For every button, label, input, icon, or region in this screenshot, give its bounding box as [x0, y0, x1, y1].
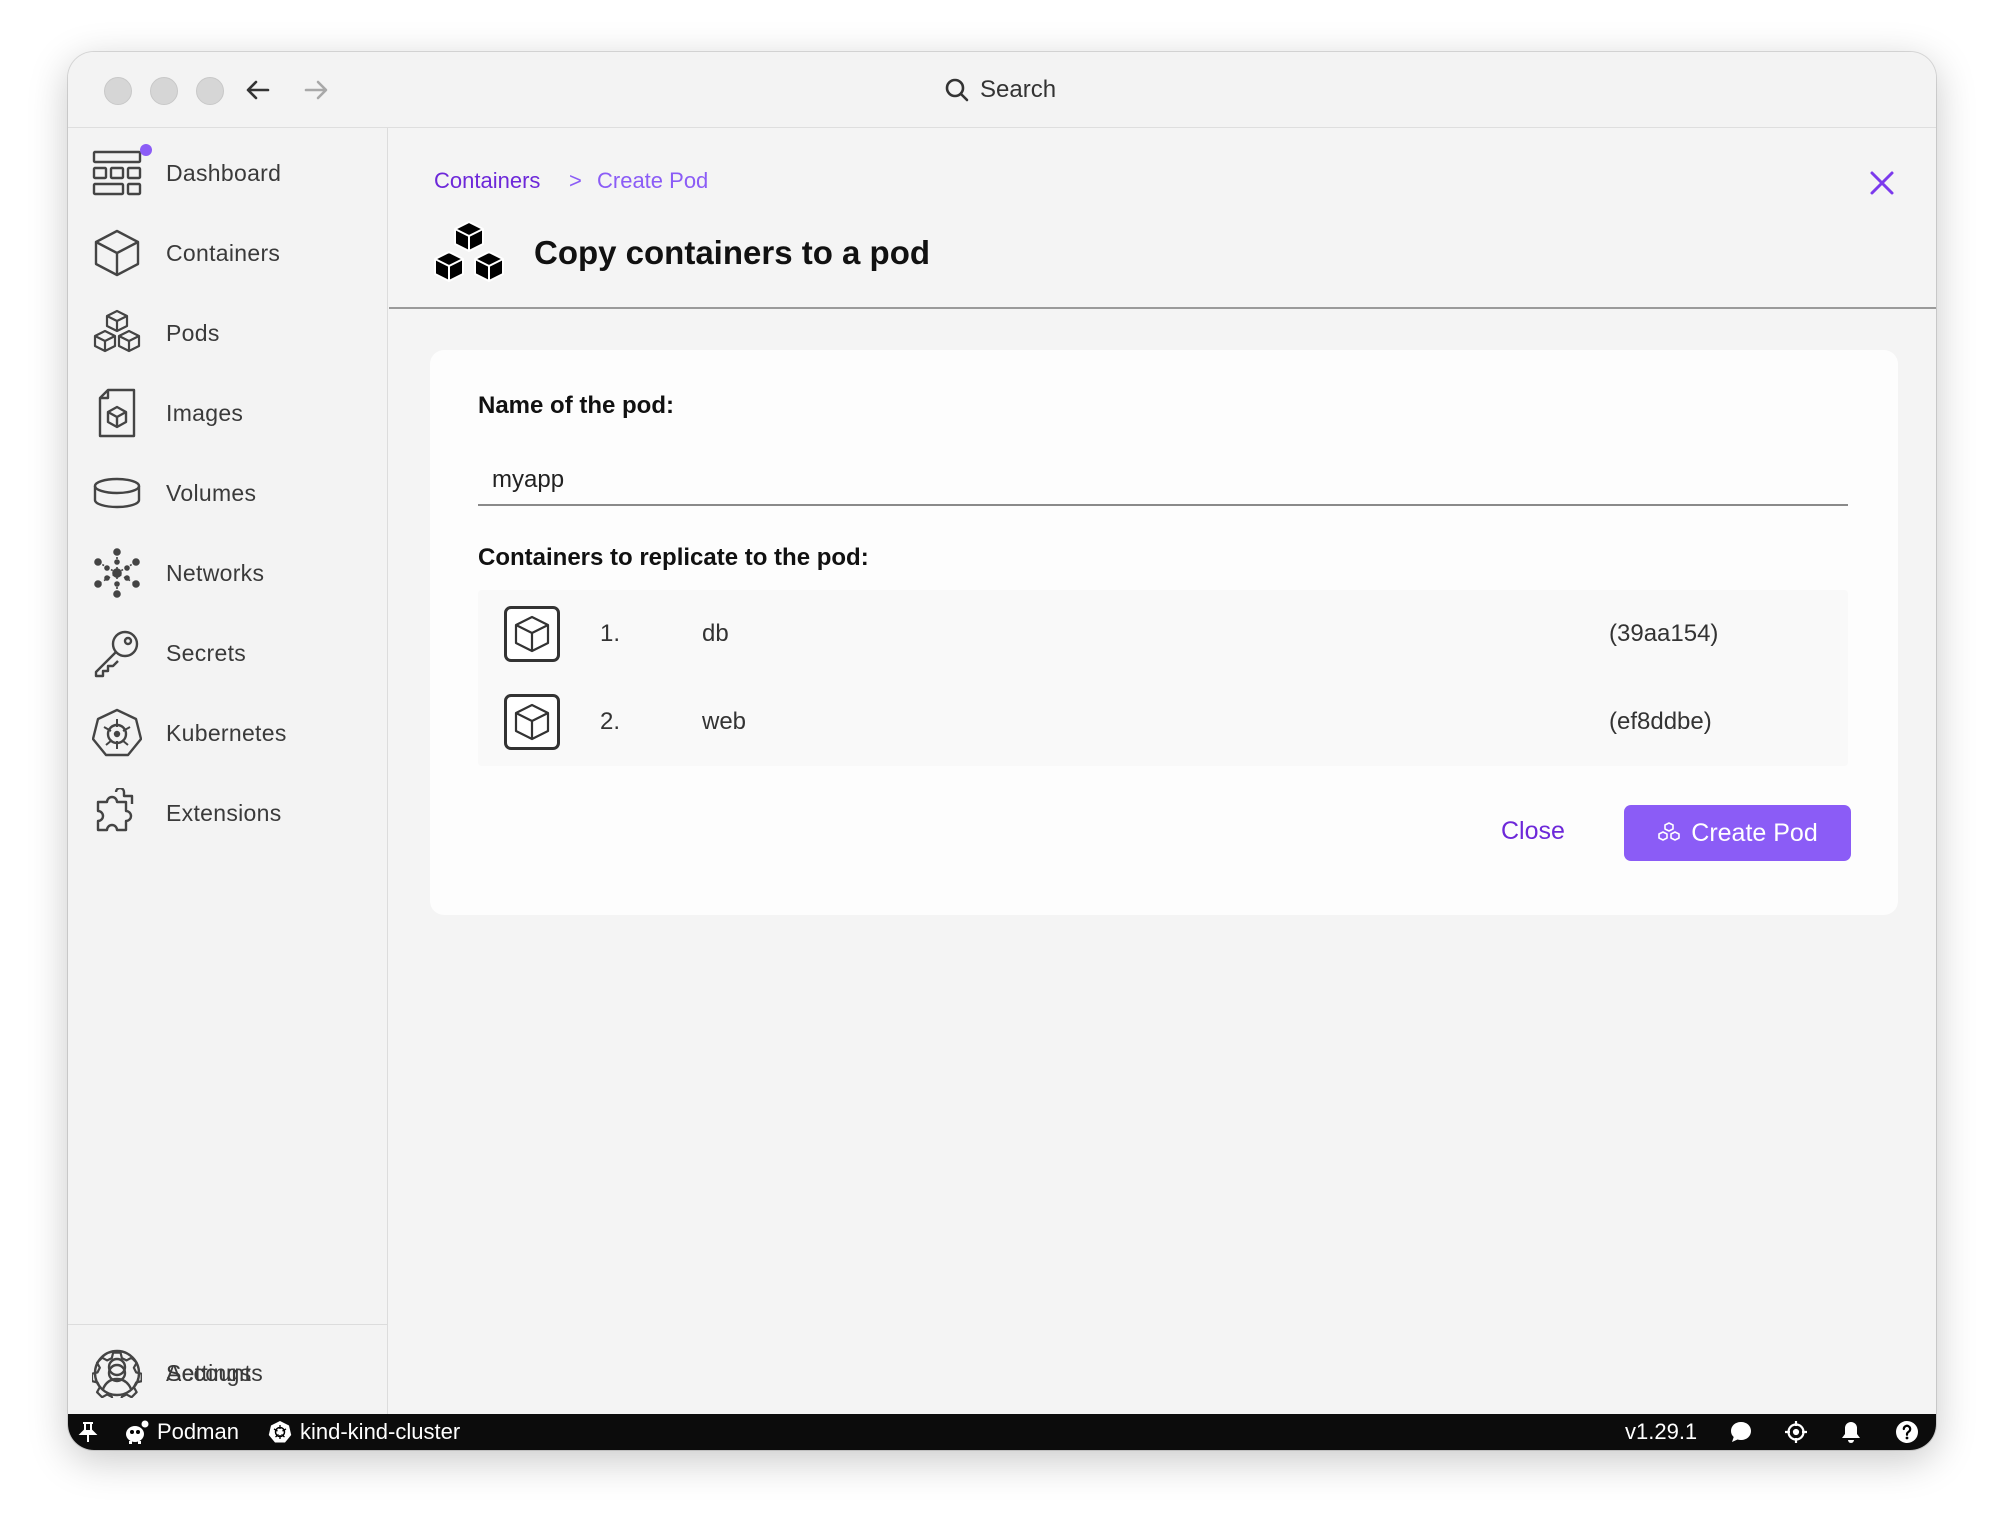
bell-icon	[1842, 1422, 1860, 1443]
sidebar-item-volumes[interactable]: Volumes	[92, 463, 372, 523]
arrow-right-icon	[304, 80, 328, 100]
list-item: 1. db (39aa154)	[478, 590, 1848, 678]
sidebar-item-dashboard[interactable]: Dashboard	[92, 143, 372, 203]
window-maximize-button[interactable]	[196, 77, 224, 105]
engine-name: Podman	[157, 1419, 239, 1444]
status-bar: Podman kind-kind-cluster v1.29.1	[68, 1414, 1936, 1450]
containers-label: Containers to replicate to the pod:	[478, 544, 869, 571]
container-id: (ef8ddbe)	[1609, 708, 1712, 735]
help-button[interactable]	[1895, 1414, 1919, 1450]
sidebar-item-label: Settings	[166, 1359, 252, 1386]
sidebar-item-images[interactable]: Images	[92, 383, 372, 443]
sidebar-item-label: Pods	[166, 319, 220, 346]
gear-icon	[92, 1348, 142, 1398]
create-pod-button[interactable]: Create Pod	[1624, 805, 1851, 861]
create-pod-label: Create Pod	[1691, 818, 1818, 847]
create-pod-card: Name of the pod: Containers to replicate…	[430, 350, 1898, 915]
version-label[interactable]: v1.29.1	[1625, 1414, 1697, 1450]
image-icon	[92, 388, 142, 438]
page-header: Containers > Create Pod Copy containers …	[389, 128, 1936, 309]
help-icon	[1896, 1421, 1918, 1443]
container-name: web	[702, 708, 747, 735]
pods-icon	[434, 221, 504, 282]
breadcrumb-current: Create Pod	[597, 168, 709, 193]
forward-button[interactable]	[298, 72, 334, 108]
sidebar-item-label: Volumes	[166, 479, 257, 506]
breadcrumb-separator: >	[569, 168, 582, 193]
kubernetes-icon	[92, 708, 142, 758]
puzzle-icon	[92, 788, 142, 838]
pin-icon	[78, 1422, 98, 1442]
close-icon[interactable]	[1865, 166, 1899, 200]
dashboard-icon	[92, 144, 152, 198]
sidebar-item-label: Kubernetes	[166, 719, 287, 746]
container-icon	[504, 694, 560, 750]
page-title: Copy containers to a pod	[534, 234, 931, 271]
container-name: db	[702, 620, 729, 647]
container-id: (39aa154)	[1609, 620, 1719, 647]
sidebar-item-kubernetes[interactable]: Kubernetes	[92, 703, 372, 763]
sidebar-item-settings[interactable]: Settings	[92, 1343, 372, 1403]
back-button[interactable]	[240, 72, 276, 108]
containers-list: 1. db (39aa154) 2. web (ef8ddbe)	[478, 590, 1848, 766]
key-icon	[92, 628, 142, 678]
pods-icon	[92, 308, 142, 358]
chat-icon	[1731, 1422, 1751, 1442]
notifications-button[interactable]	[1840, 1414, 1862, 1450]
breadcrumb-containers-link[interactable]: Containers	[434, 168, 540, 194]
window-close-button[interactable]	[104, 77, 132, 105]
sidebar: Dashboard Containers Pods Images Volumes…	[68, 128, 388, 1414]
list-item: 2. web (ef8ddbe)	[478, 678, 1848, 766]
sidebar-item-secrets[interactable]: Secrets	[92, 623, 372, 683]
sidebar-item-label: Dashboard	[166, 159, 282, 186]
podman-icon	[126, 1420, 149, 1444]
search-label: Search	[980, 76, 1057, 103]
kubernetes-icon	[268, 1421, 292, 1443]
sidebar-item-label: Containers	[166, 239, 281, 266]
context-name: kind-kind-cluster	[300, 1419, 461, 1444]
close-button[interactable]: Close	[1501, 817, 1565, 846]
sidebar-item-label: Extensions	[166, 799, 282, 826]
container-index: 1.	[600, 620, 621, 647]
window-minimize-button[interactable]	[150, 77, 178, 105]
sidebar-divider	[68, 1324, 388, 1325]
feedback-button[interactable]	[1729, 1414, 1753, 1450]
pod-name-input[interactable]	[478, 456, 1848, 506]
pod-name-label: Name of the pod:	[478, 392, 674, 419]
sidebar-item-label: Secrets	[166, 639, 247, 666]
pin-button[interactable]	[78, 1414, 98, 1450]
sidebar-item-label: Networks	[166, 559, 265, 586]
sidebar-item-label: Images	[166, 399, 244, 426]
search-icon	[945, 78, 969, 102]
kube-context[interactable]: kind-kind-cluster	[268, 1414, 460, 1450]
pods-icon	[1658, 822, 1681, 841]
network-icon	[92, 548, 142, 598]
arrow-left-icon	[246, 80, 270, 100]
container-icon	[92, 228, 142, 278]
sidebar-item-containers[interactable]: Containers	[92, 223, 372, 283]
app-window: Search Dashboard Containers Pods Images …	[68, 52, 1936, 1450]
troubleshooting-button[interactable]	[1784, 1414, 1808, 1450]
sidebar-item-pods[interactable]: Pods	[92, 303, 372, 363]
notification-dot	[140, 144, 152, 156]
version-text: v1.29.1	[1625, 1419, 1698, 1444]
container-index: 2.	[600, 708, 621, 735]
title-bar: Search	[68, 52, 1936, 128]
main-panel: Containers > Create Pod Copy containers …	[389, 128, 1936, 1414]
search-bar[interactable]: Search	[944, 70, 1056, 110]
volume-icon	[92, 468, 142, 518]
sidebar-item-extensions[interactable]: Extensions	[92, 783, 372, 843]
crosshair-icon	[1785, 1421, 1807, 1443]
container-icon	[504, 606, 560, 662]
engine-status[interactable]: Podman	[123, 1414, 239, 1450]
sidebar-item-networks[interactable]: Networks	[92, 543, 372, 603]
